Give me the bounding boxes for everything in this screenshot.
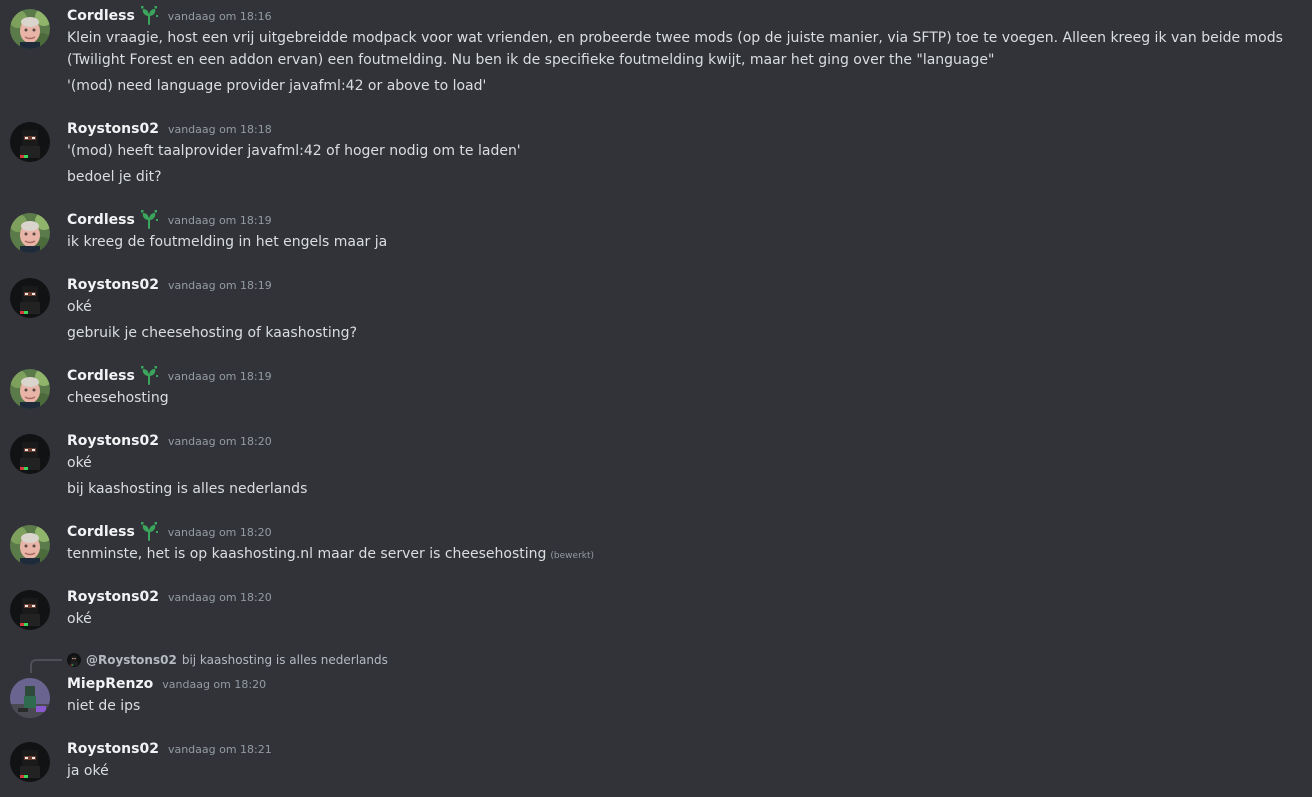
timestamp[interactable]: vandaag om 18:20 bbox=[168, 435, 272, 448]
avatar[interactable] bbox=[10, 369, 50, 409]
sprout-icon bbox=[139, 366, 159, 386]
message-header: MiepRenzo vandaag om 18:20 bbox=[67, 673, 266, 695]
avatar-miep-icon bbox=[10, 678, 50, 718]
chat-messages: Cordless vandaag om 18:16 Klein vraagie,… bbox=[0, 0, 1312, 797]
avatar[interactable] bbox=[10, 434, 50, 474]
avatar[interactable] bbox=[10, 525, 50, 565]
avatar-cordless-icon bbox=[10, 369, 50, 409]
avatar[interactable] bbox=[10, 122, 50, 162]
message-header: Cordless vandaag om 18:16 bbox=[67, 5, 272, 27]
timestamp[interactable]: vandaag om 18:20 bbox=[168, 591, 272, 604]
message-header: Cordless vandaag om 18:20 bbox=[67, 521, 272, 543]
timestamp[interactable]: vandaag om 18:21 bbox=[168, 743, 272, 756]
message-text: cheesehosting bbox=[67, 390, 169, 406]
avatar-cordless-icon bbox=[10, 525, 50, 565]
username[interactable]: Roystons02 bbox=[67, 589, 159, 605]
username[interactable]: Roystons02 bbox=[67, 433, 159, 449]
avatar[interactable] bbox=[10, 278, 50, 318]
reply-text[interactable]: bij kaashosting is alles nederlands bbox=[182, 653, 388, 667]
timestamp[interactable]: vandaag om 18:16 bbox=[168, 10, 272, 23]
avatar[interactable] bbox=[10, 678, 50, 718]
message-header: Roystons02 vandaag om 18:19 bbox=[67, 274, 272, 296]
avatar-roystons-icon bbox=[10, 590, 50, 630]
timestamp[interactable]: vandaag om 18:19 bbox=[168, 214, 272, 227]
message-header: Roystons02 vandaag om 18:21 bbox=[67, 738, 272, 760]
avatar[interactable] bbox=[10, 213, 50, 253]
message-header: Roystons02 vandaag om 18:20 bbox=[67, 430, 272, 452]
avatar-roystons-icon bbox=[10, 122, 50, 162]
avatar-roystons-icon bbox=[10, 742, 50, 782]
username[interactable]: Roystons02 bbox=[67, 277, 159, 293]
timestamp[interactable]: vandaag om 18:18 bbox=[168, 123, 272, 136]
username[interactable]: MiepRenzo bbox=[67, 676, 153, 692]
avatar-cordless-icon bbox=[10, 213, 50, 253]
message-text: tenminste, het is op kaashosting.nl maar… bbox=[67, 543, 594, 567]
username[interactable]: Cordless bbox=[67, 8, 135, 24]
username[interactable]: Cordless bbox=[67, 212, 135, 228]
message-text: oké bbox=[67, 299, 92, 315]
sprout-icon bbox=[139, 6, 159, 26]
message-header: Cordless vandaag om 18:19 bbox=[67, 365, 272, 387]
message-text: bij kaashosting is alles nederlands bbox=[67, 481, 308, 497]
avatar[interactable] bbox=[10, 590, 50, 630]
username[interactable]: Cordless bbox=[67, 368, 135, 384]
avatar-roystons-icon bbox=[10, 278, 50, 318]
username[interactable]: Roystons02 bbox=[67, 121, 159, 137]
message-text: '(mod) need language provider javafml:42… bbox=[67, 78, 487, 94]
message-header: Roystons02 vandaag om 18:18 bbox=[67, 118, 272, 140]
username[interactable]: Roystons02 bbox=[67, 741, 159, 757]
edited-label[interactable]: (bewerkt) bbox=[550, 551, 594, 561]
timestamp[interactable]: vandaag om 18:20 bbox=[168, 526, 272, 539]
avatar-roystons-icon bbox=[67, 653, 81, 667]
message-text: '(mod) heeft taalprovider javafml:42 of … bbox=[67, 143, 521, 159]
message-text: gebruik je cheesehosting of kaashosting? bbox=[67, 325, 358, 341]
message-text: bedoel je dit? bbox=[67, 169, 162, 185]
timestamp[interactable]: vandaag om 18:19 bbox=[168, 279, 272, 292]
message-text: ja oké bbox=[67, 763, 109, 779]
message-text: niet de ips bbox=[67, 698, 141, 714]
timestamp[interactable]: vandaag om 18:19 bbox=[168, 370, 272, 383]
timestamp[interactable]: vandaag om 18:20 bbox=[162, 678, 266, 691]
message-text: Klein vraagie, host een vrij uitgebreidd… bbox=[67, 30, 1283, 68]
username[interactable]: Cordless bbox=[67, 524, 135, 540]
message-header: Roystons02 vandaag om 18:20 bbox=[67, 586, 272, 608]
message-header: Cordless vandaag om 18:19 bbox=[67, 209, 272, 231]
sprout-icon bbox=[139, 210, 159, 230]
reply-spine bbox=[30, 659, 62, 673]
message-text: oké bbox=[67, 611, 92, 627]
sprout-icon bbox=[139, 522, 159, 542]
avatar[interactable] bbox=[10, 9, 50, 49]
avatar-roystons-icon bbox=[10, 434, 50, 474]
message-text: oké bbox=[67, 455, 92, 471]
message-text: ik kreeg de foutmelding in het engels ma… bbox=[67, 234, 388, 250]
reply-username[interactable]: @Roystons02 bbox=[86, 653, 177, 667]
reply-avatar bbox=[67, 653, 81, 667]
reply-reference[interactable]: @Roystons02 bij kaashosting is alles ned… bbox=[67, 650, 388, 670]
avatar-cordless-icon bbox=[10, 9, 50, 49]
avatar[interactable] bbox=[10, 742, 50, 782]
message-content: tenminste, het is op kaashosting.nl maar… bbox=[67, 546, 547, 562]
